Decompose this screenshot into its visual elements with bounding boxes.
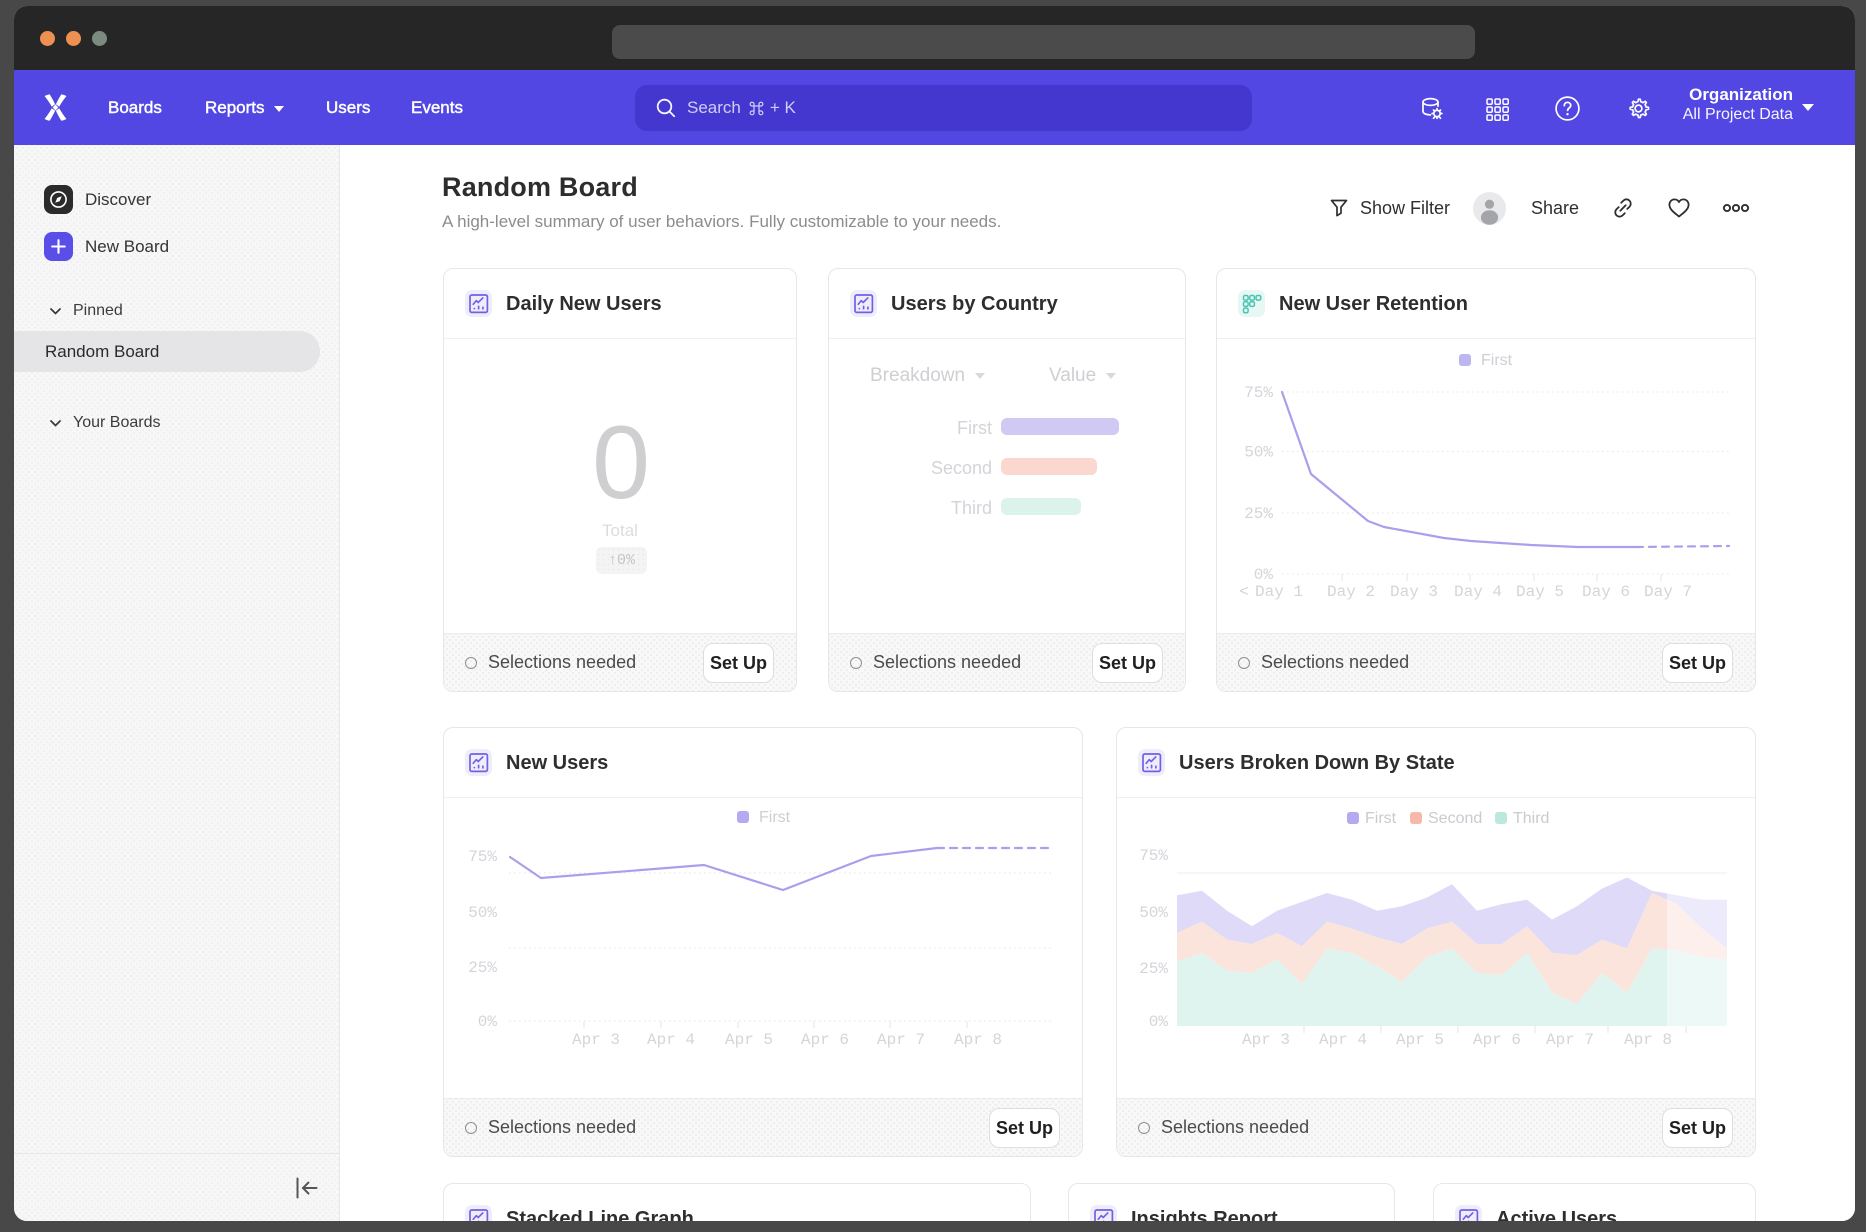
- svg-text:Apr 3: Apr 3: [572, 1031, 620, 1049]
- svg-text:Day 6: Day 6: [1582, 583, 1630, 601]
- svg-text:75%: 75%: [1244, 384, 1273, 402]
- svg-text:Second: Second: [1428, 810, 1482, 827]
- svg-text:Apr 8: Apr 8: [954, 1031, 1002, 1049]
- svg-text:First: First: [1365, 810, 1397, 827]
- svg-text:Apr 5: Apr 5: [1396, 1031, 1444, 1049]
- svg-text:Apr 4: Apr 4: [647, 1031, 695, 1049]
- svg-text:Day 5: Day 5: [1516, 583, 1564, 601]
- svg-text:25%: 25%: [468, 959, 497, 977]
- svg-text:50%: 50%: [1139, 904, 1168, 922]
- svg-text:75%: 75%: [468, 848, 497, 866]
- svg-text:First: First: [1481, 352, 1513, 369]
- svg-text:0%: 0%: [1149, 1013, 1169, 1031]
- svg-text:Day 7: Day 7: [1644, 583, 1692, 601]
- svg-text:Day 1: Day 1: [1255, 583, 1303, 601]
- svg-text:Apr 4: Apr 4: [1319, 1031, 1367, 1049]
- svg-text:Apr 7: Apr 7: [1546, 1031, 1594, 1049]
- svg-text:0%: 0%: [1254, 566, 1274, 584]
- svg-text:25%: 25%: [1139, 960, 1168, 978]
- svg-text:0%: 0%: [478, 1013, 498, 1031]
- svg-text:Day 2: Day 2: [1327, 583, 1375, 601]
- svg-text:50%: 50%: [1244, 444, 1273, 462]
- svg-text:50%: 50%: [468, 904, 497, 922]
- svg-text:75%: 75%: [1139, 847, 1168, 865]
- svg-text:First: First: [759, 809, 791, 826]
- svg-text:<: <: [1239, 583, 1249, 601]
- svg-text:Apr 5: Apr 5: [725, 1031, 773, 1049]
- svg-text:Apr 8: Apr 8: [1624, 1031, 1672, 1049]
- svg-text:Day 4: Day 4: [1454, 583, 1502, 601]
- svg-text:Apr 6: Apr 6: [801, 1031, 849, 1049]
- svg-text:Day 3: Day 3: [1390, 583, 1438, 601]
- svg-text:Apr 3: Apr 3: [1242, 1031, 1290, 1049]
- svg-text:25%: 25%: [1244, 505, 1273, 523]
- svg-text:Third: Third: [1513, 810, 1549, 827]
- svg-text:Apr 6: Apr 6: [1473, 1031, 1521, 1049]
- svg-text:Apr 7: Apr 7: [877, 1031, 925, 1049]
